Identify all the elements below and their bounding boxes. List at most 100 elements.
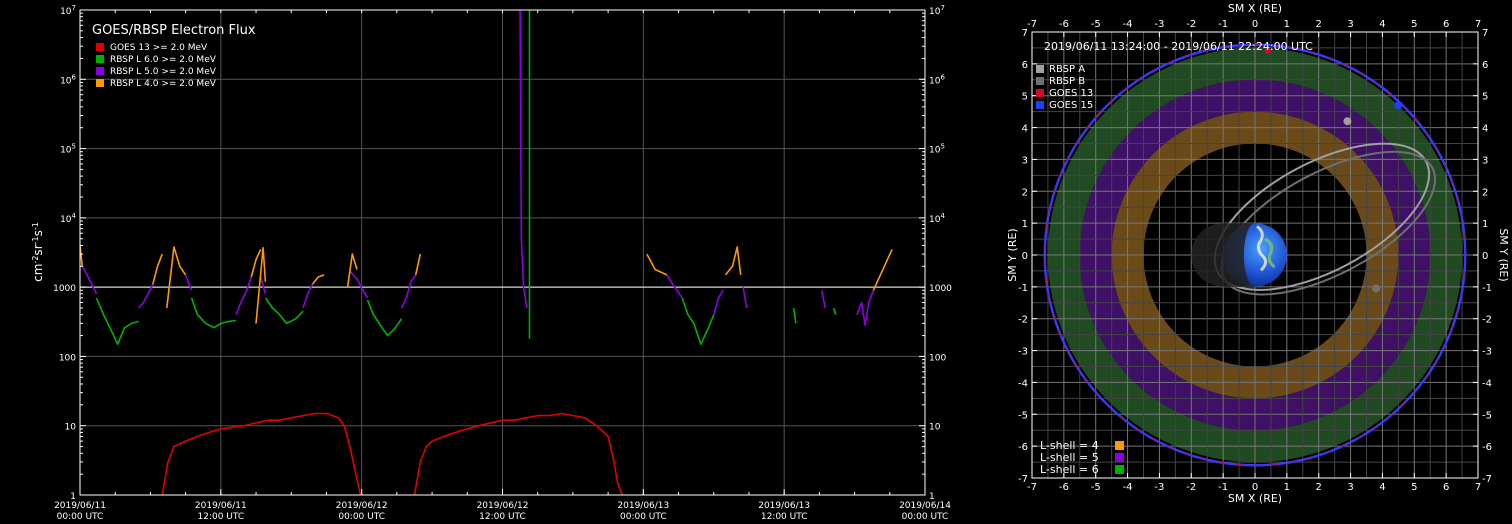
orbit-y-tick-label-right: 2 xyxy=(1482,187,1488,198)
orbit-y-tick-label: -7 xyxy=(1018,474,1028,485)
orbit-legend-label: RBSP A xyxy=(1049,64,1085,75)
ylabel-part-cm: cm xyxy=(31,264,45,282)
orbit-x-tick-label-top: -2 xyxy=(1186,19,1196,30)
flux-y-tick-exponent: 5 xyxy=(940,143,944,151)
lshell-legend-label: L-shell = 6 xyxy=(1040,463,1099,476)
flux-legend-label: RBSP L 5.0 >= 2.0 MeV xyxy=(110,67,217,77)
orbit-legend-swatch xyxy=(1036,65,1044,73)
orbit-y-tick-label: 7 xyxy=(1022,28,1028,39)
flux-x-tick-date: 2019/06/12 xyxy=(336,501,388,511)
orbit-y-tick-label-right: -3 xyxy=(1482,347,1492,358)
orbit-x-tick-label-top: -5 xyxy=(1091,19,1101,30)
orbit-x-tick-label: -2 xyxy=(1186,482,1196,493)
orbit-y-tick-label: -3 xyxy=(1018,347,1028,358)
flux-y-tick-exponent: 6 xyxy=(72,73,77,81)
flux-legend-swatch xyxy=(96,43,104,51)
orbit-y-tick-label-right: -2 xyxy=(1482,315,1492,326)
orbit-y-tick-label: 5 xyxy=(1022,92,1028,103)
orbit-x-tick-label: -6 xyxy=(1059,482,1069,493)
flux-y-tick-label-right: 100 xyxy=(929,353,946,363)
flux-y-tick-label: 1000 xyxy=(53,284,76,294)
flux-x-tick-time: 12:00 UTC xyxy=(198,512,245,522)
orbit-x-tick-label-top: -4 xyxy=(1123,19,1133,30)
flux-chart: 1 110 10100 1001000 1000104 104105 105106 10610… xyxy=(0,0,1512,524)
ylabel-part-sr: sr xyxy=(31,244,45,255)
flux-y-tick-base: 10 xyxy=(929,76,941,86)
orbit-y-axis-label-left: SM Y (RE) xyxy=(1006,228,1019,281)
orbit-x-axis-label-bottom: SM X (RE) xyxy=(1228,492,1282,505)
orbit-y-tick-label: 4 xyxy=(1022,124,1028,135)
flux-x-tick-date: 2019/06/13 xyxy=(617,501,669,511)
flux-y-tick-label-right: 10 xyxy=(929,423,941,433)
orbit-y-tick-label-right: -1 xyxy=(1482,283,1492,294)
orbit-x-tick-label: 1 xyxy=(1284,482,1290,493)
flux-y-tick-exponent: 4 xyxy=(72,212,77,220)
orbit-x-tick-label: 4 xyxy=(1379,482,1385,493)
ylabel-part-exp3: -1 xyxy=(31,222,40,230)
orbit-y-tick-label-right: 6 xyxy=(1482,60,1488,71)
flux-x-tick-time: 00:00 UTC xyxy=(620,512,667,522)
goes15-satellite xyxy=(1394,101,1403,110)
orbit-x-tick-label: -3 xyxy=(1154,482,1164,493)
orbit-legend-swatch xyxy=(1036,101,1044,109)
flux-legend-label: RBSP L 6.0 >= 2.0 MeV xyxy=(110,55,217,65)
lshell-legend-swatch xyxy=(1115,441,1124,450)
flux-x-tick-time: 12:00 UTC xyxy=(479,512,526,522)
orbit-y-tick-label-right: -4 xyxy=(1482,378,1492,389)
orbit-x-tick-label: 3 xyxy=(1347,482,1353,493)
orbit-y-tick-label: -6 xyxy=(1018,442,1028,453)
orbit-legend-swatch xyxy=(1036,89,1044,97)
flux-y-tick-label: 100 xyxy=(59,353,76,363)
orbit-legend-label: RBSP B xyxy=(1049,76,1085,87)
orbit-legend-label: GOES 15 xyxy=(1049,100,1093,111)
orbit-y-tick-label-right: 7 xyxy=(1482,28,1488,39)
flux-y-tick-base: 10 xyxy=(60,215,72,225)
rbsp-b-satellite xyxy=(1372,284,1381,293)
flux-y-tick-exponent: 7 xyxy=(940,4,944,12)
flux-x-tick-date: 2019/06/12 xyxy=(477,501,529,511)
flux-y-tick-exponent: 5 xyxy=(72,143,76,151)
orbit-x-tick-label: -4 xyxy=(1123,482,1133,493)
lshell-legend-swatch xyxy=(1115,465,1124,474)
orbit-y-tick-label: 3 xyxy=(1022,155,1028,166)
flux-legend-swatch xyxy=(96,55,104,63)
orbit-y-tick-label: 2 xyxy=(1022,187,1028,198)
orbit-legend-label: GOES 13 xyxy=(1049,88,1093,99)
lshell-legend-swatch xyxy=(1115,453,1124,462)
ylabel-part-exp2: -1 xyxy=(31,236,40,244)
flux-legend-swatch xyxy=(96,67,104,75)
orbit-x-tick-label: -7 xyxy=(1027,482,1037,493)
orbit-y-tick-label-right: -7 xyxy=(1482,474,1492,485)
flux-x-tick-date: 2019/06/13 xyxy=(758,501,810,511)
flux-chart-title: GOES/RBSP Electron Flux xyxy=(92,23,256,38)
flux-y-axis-label: cm-2sr-1s-1 xyxy=(31,222,46,282)
flux-y-tick-base: 10 xyxy=(60,7,72,17)
orbit-y-tick-label-right: 4 xyxy=(1482,124,1488,135)
flux-x-tick-date: 2019/06/11 xyxy=(195,501,247,511)
orbit-time-range: 2019/06/11 13:24:00 - 2019/06/11 22:24:0… xyxy=(1044,40,1313,53)
orbit-y-tick-label-right: 1 xyxy=(1482,219,1488,230)
orbit-x-tick-label: -5 xyxy=(1091,482,1101,493)
flux-y-tick-exponent: 4 xyxy=(940,212,945,220)
orbit-y-tick-label: -2 xyxy=(1018,315,1028,326)
orbit-y-tick-label-right: 0 xyxy=(1482,251,1488,262)
orbit-x-tick-label-top: -1 xyxy=(1218,19,1228,30)
orbit-x-tick-label-top: 5 xyxy=(1411,19,1417,30)
flux-legend-swatch xyxy=(96,79,104,87)
orbit-x-tick-label-top: 1 xyxy=(1284,19,1290,30)
flux-y-tick-base: 10 xyxy=(60,76,72,86)
rbsp-a-satellite xyxy=(1343,117,1352,126)
orbit-x-tick-label: 6 xyxy=(1443,482,1449,493)
flux-x-tick-time: 12:00 UTC xyxy=(761,512,808,522)
orbit-x-tick-label-top: 7 xyxy=(1475,19,1481,30)
orbit-x-tick-label: -1 xyxy=(1218,482,1228,493)
flux-x-tick-date: 2019/06/11 xyxy=(54,501,106,511)
flux-y-tick-base: 10 xyxy=(929,215,941,225)
flux-x-tick-time: 00:00 UTC xyxy=(338,512,385,522)
orbit-y-tick-label-right: -6 xyxy=(1482,442,1492,453)
orbit-x-tick-label: 2 xyxy=(1316,482,1322,493)
orbit-x-tick-label-top: -3 xyxy=(1154,19,1164,30)
flux-y-tick-exponent: 7 xyxy=(72,4,76,12)
flux-y-tick-base: 10 xyxy=(929,146,941,156)
orbit-y-tick-label: 6 xyxy=(1022,60,1028,71)
